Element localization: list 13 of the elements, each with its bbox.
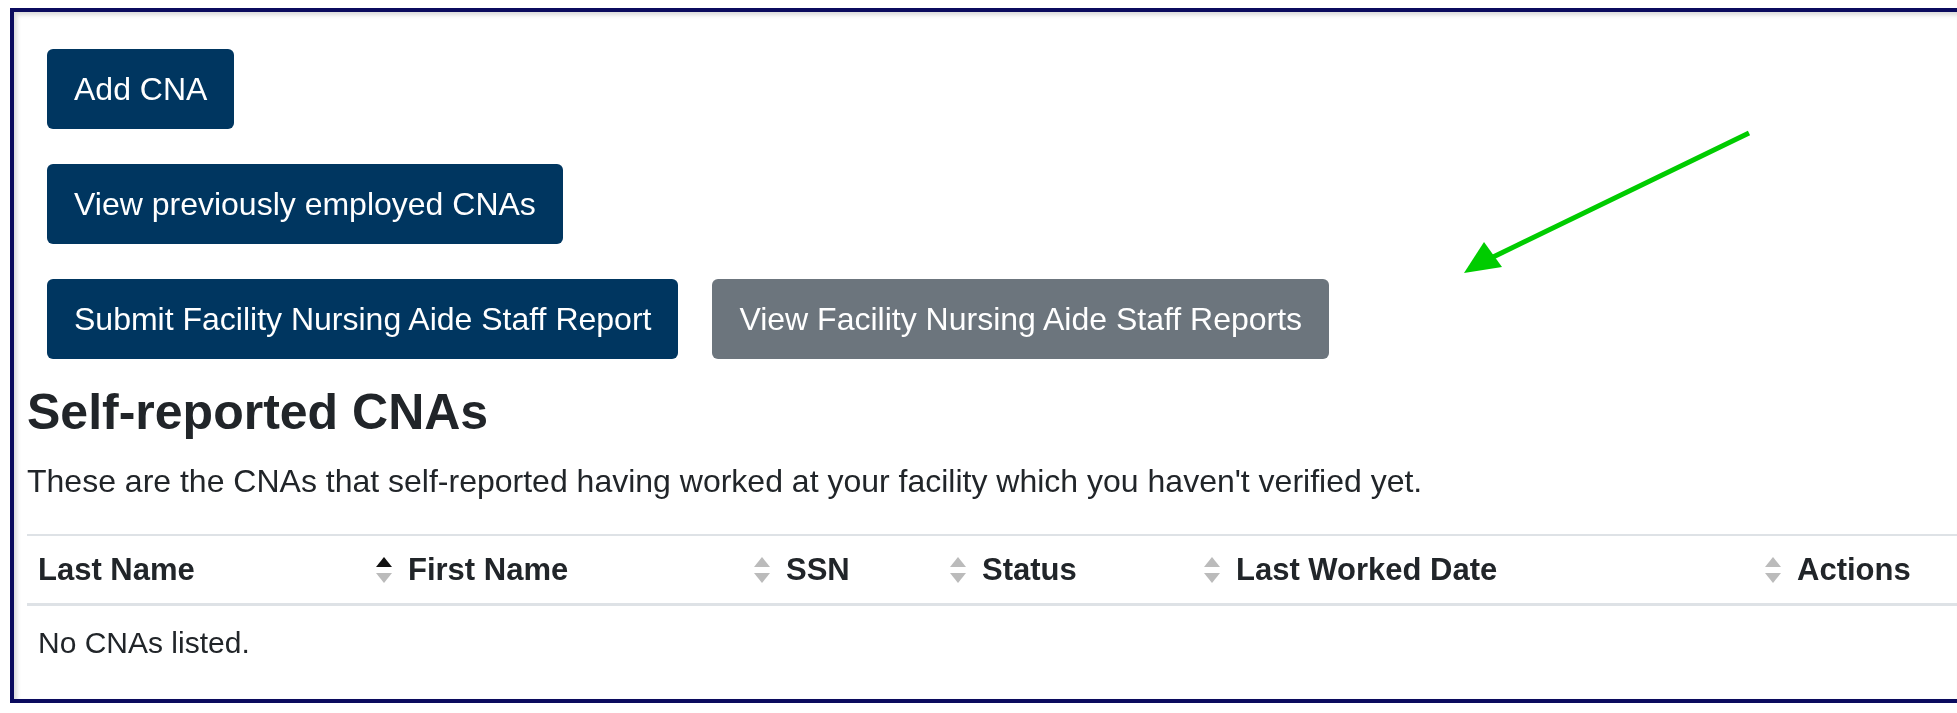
- column-header[interactable]: First Name: [397, 534, 775, 606]
- primary-button[interactable]: Add CNA: [47, 49, 235, 129]
- column-header[interactable]: Status: [971, 534, 1225, 606]
- column-header[interactable]: Actions: [1786, 534, 1957, 606]
- column-header[interactable]: SSN: [775, 534, 971, 606]
- section-title: Self-reported CNAs: [27, 383, 490, 442]
- primary-button[interactable]: View previously employed CNAs: [47, 164, 563, 244]
- column-header[interactable]: Last Worked Date: [1225, 534, 1786, 606]
- secondary-button[interactable]: View Facility Nursing Aide Staff Reports: [712, 279, 1330, 359]
- primary-button[interactable]: Submit Facility Nursing Aide Staff Report: [47, 279, 679, 359]
- section-description: These are the CNAs that self-reported having worked at your facility which you haven't verified yet.: [27, 463, 1424, 500]
- column-header[interactable]: Last Name: [27, 534, 397, 606]
- empty-message: No CNAs listed.: [37, 625, 251, 661]
